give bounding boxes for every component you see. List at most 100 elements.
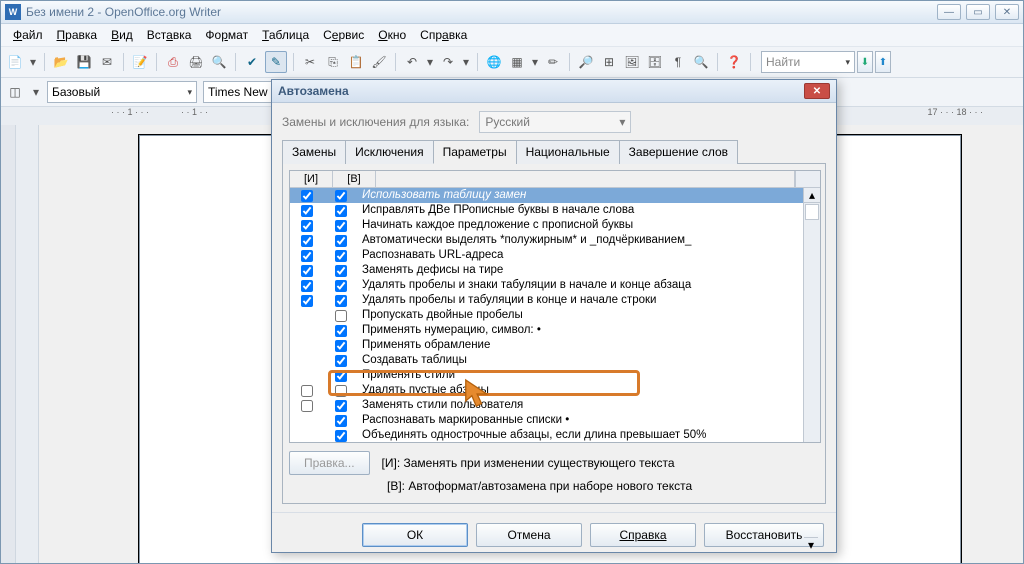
paragraph-style-combo[interactable]: Базовый ▾ xyxy=(47,81,197,103)
hyperlink-icon[interactable]: 🌐 xyxy=(484,52,504,72)
redo-icon[interactable]: ↷ xyxy=(438,52,458,72)
option-check-t[interactable] xyxy=(324,340,358,352)
help-icon[interactable]: ❓ xyxy=(724,52,744,72)
menu-view[interactable]: Вид xyxy=(105,26,139,44)
redo-dd-icon[interactable]: ▾ xyxy=(461,52,471,72)
option-check-t[interactable] xyxy=(324,400,358,412)
option-row[interactable]: Пропускать двойные пробелы xyxy=(290,308,803,323)
option-check-m[interactable] xyxy=(290,250,324,262)
option-row[interactable]: Применять обрамление xyxy=(290,338,803,353)
menu-format[interactable]: Формат xyxy=(199,26,254,44)
menu-file[interactable]: Файл xyxy=(7,26,49,44)
copy-icon[interactable]: ⎘ xyxy=(323,52,343,72)
option-check-t[interactable] xyxy=(324,415,358,427)
option-row[interactable]: Удалять пробелы и знаки табуляции в нача… xyxy=(290,278,803,293)
option-check-t[interactable] xyxy=(324,385,358,397)
gallery-icon[interactable]: 🖼 xyxy=(622,52,642,72)
option-check-m[interactable] xyxy=(290,280,324,292)
menu-window[interactable]: Окно xyxy=(372,26,412,44)
option-check-t[interactable] xyxy=(324,190,358,202)
cut-icon[interactable]: ✂ xyxy=(300,52,320,72)
autospell-icon[interactable]: ✎ xyxy=(265,51,287,73)
option-row[interactable]: Распознавать маркированные списки • xyxy=(290,413,803,428)
pdf-icon[interactable]: ⎙ xyxy=(163,52,183,72)
zoom-icon[interactable]: 🔍 xyxy=(691,52,711,72)
option-row[interactable]: Удалять пустые абзацы xyxy=(290,383,803,398)
dialog-close-icon[interactable]: ✕ xyxy=(804,83,830,99)
find-input[interactable]: Найти ▾ xyxy=(761,51,855,73)
menu-insert[interactable]: Вставка xyxy=(141,26,198,44)
option-check-t[interactable] xyxy=(324,430,358,442)
option-check-t[interactable] xyxy=(324,325,358,337)
menu-help[interactable]: Справка xyxy=(414,26,473,44)
styles-icon[interactable]: ◫ xyxy=(5,82,25,102)
option-row[interactable]: Применять стили xyxy=(290,368,803,383)
option-check-t[interactable] xyxy=(324,250,358,262)
find-icon[interactable]: 🔎 xyxy=(576,52,596,72)
tab-wordcompletion[interactable]: Завершение слов xyxy=(619,140,738,164)
option-row[interactable]: Объединять однострочные абзацы, если дли… xyxy=(290,428,803,442)
option-check-t[interactable] xyxy=(324,235,358,247)
option-check-m[interactable] xyxy=(290,295,324,307)
paste-icon[interactable]: 📋 xyxy=(346,52,366,72)
save-icon[interactable]: 💾 xyxy=(74,52,94,72)
options-list[interactable]: Использовать таблицу заменИсправлять ДВе… xyxy=(290,188,803,442)
table-dd-icon[interactable]: ▾ xyxy=(530,52,540,72)
option-row[interactable]: Автоматически выделять *полужирным* и _п… xyxy=(290,233,803,248)
option-check-t[interactable] xyxy=(324,205,358,217)
menu-tools[interactable]: Сервис xyxy=(317,26,370,44)
option-check-m[interactable] xyxy=(290,235,324,247)
option-check-m[interactable] xyxy=(290,385,324,397)
vertical-ruler[interactable] xyxy=(16,125,39,563)
undo-icon[interactable]: ↶ xyxy=(402,52,422,72)
find-prev-icon[interactable]: ⬆ xyxy=(875,51,891,73)
dialog-titlebar[interactable]: Автозамена ✕ xyxy=(272,80,836,103)
menu-table[interactable]: Таблица xyxy=(256,26,315,44)
open-icon[interactable]: 📂 xyxy=(51,52,71,72)
close-button[interactable]: ✕ xyxy=(995,4,1019,20)
show-draw-icon[interactable]: ✏ xyxy=(543,52,563,72)
option-row[interactable]: Начинать каждое предложение с прописной … xyxy=(290,218,803,233)
option-check-m[interactable] xyxy=(290,220,324,232)
option-row[interactable]: Удалять пробелы и табуляции в конце и на… xyxy=(290,293,803,308)
menu-edit[interactable]: Правка xyxy=(51,26,104,44)
email-icon[interactable]: ✉ xyxy=(97,52,117,72)
option-check-m[interactable] xyxy=(290,400,324,412)
new-dropdown-icon[interactable]: ▾ xyxy=(28,52,38,72)
option-row[interactable]: Заменять дефисы на тире xyxy=(290,263,803,278)
option-check-m[interactable] xyxy=(290,205,324,217)
print-icon[interactable]: 🖨 xyxy=(186,52,206,72)
option-check-t[interactable] xyxy=(324,265,358,277)
navigator-icon[interactable]: ⊞ xyxy=(599,52,619,72)
maximize-button[interactable]: ▭ xyxy=(966,4,990,20)
option-check-m[interactable] xyxy=(290,190,324,202)
new-icon[interactable]: 📄 xyxy=(5,52,25,72)
find-next-icon[interactable]: ⬇ xyxy=(857,51,873,73)
table-icon[interactable]: ▦ xyxy=(507,52,527,72)
option-check-m[interactable] xyxy=(290,265,324,277)
option-check-t[interactable] xyxy=(324,295,358,307)
options-scrollbar[interactable]: ▴ ▾ xyxy=(803,188,820,442)
tab-options[interactable]: Параметры xyxy=(433,140,517,164)
option-row[interactable]: Создавать таблицы xyxy=(290,353,803,368)
option-row[interactable]: Исправлять ДВе ПРописные буквы в начале … xyxy=(290,203,803,218)
option-row[interactable]: Использовать таблицу замен xyxy=(290,188,803,203)
tab-localized[interactable]: Национальные xyxy=(516,140,620,164)
styles-dd-icon[interactable]: ▾ xyxy=(31,82,41,102)
option-row[interactable]: Распознавать URL-адреса xyxy=(290,248,803,263)
option-check-t[interactable] xyxy=(324,370,358,382)
datasources-icon[interactable]: 🗄 xyxy=(645,52,665,72)
format-paint-icon[interactable]: 🖌 xyxy=(369,52,389,72)
option-check-t[interactable] xyxy=(324,310,358,322)
option-check-t[interactable] xyxy=(324,355,358,367)
option-row[interactable]: Заменять стили пользователя xyxy=(290,398,803,413)
option-check-t[interactable] xyxy=(324,220,358,232)
option-row[interactable]: Применять нумерацию, символ: • xyxy=(290,323,803,338)
edit-button[interactable]: Правка... xyxy=(289,451,370,475)
help-button[interactable]: Справка xyxy=(590,523,696,547)
ok-button[interactable]: ОК xyxy=(362,523,468,547)
tab-exceptions[interactable]: Исключения xyxy=(345,140,434,164)
minimize-button[interactable]: — xyxy=(937,4,961,20)
tab-replace[interactable]: Замены xyxy=(282,140,346,164)
preview-icon[interactable]: 🔍 xyxy=(209,52,229,72)
